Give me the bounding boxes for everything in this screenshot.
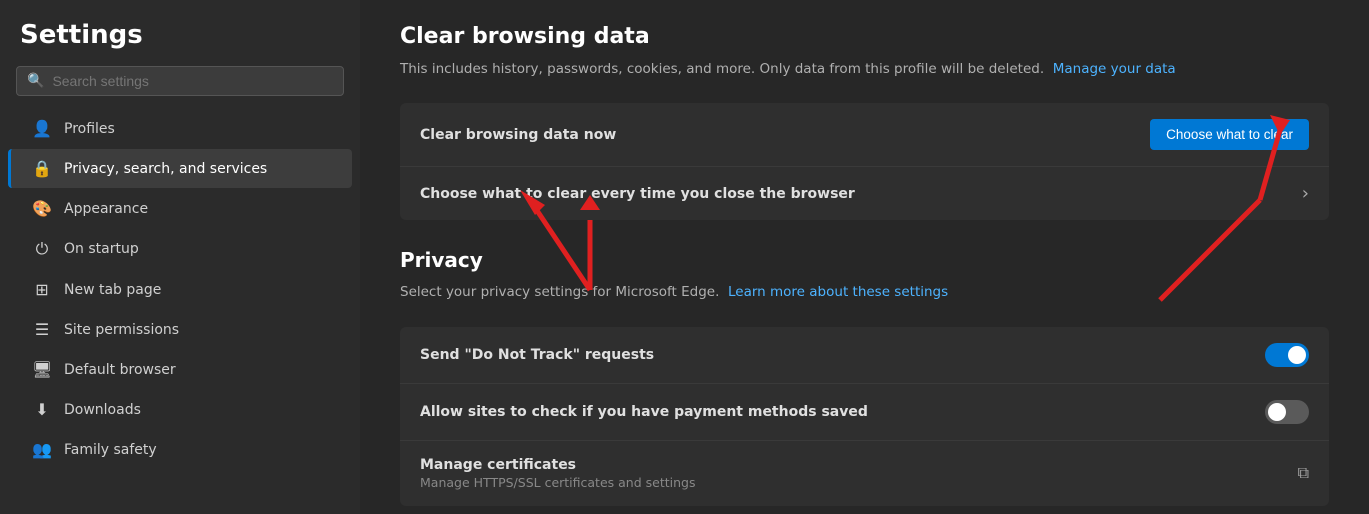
sidebar-item-newtab[interactable]: ⊞ New tab page <box>8 270 352 309</box>
privacy-title: Privacy <box>400 248 1329 272</box>
dnt-toggle-knob <box>1288 346 1306 364</box>
clear-every-time-label: Choose what to clear every time you clos… <box>420 186 855 202</box>
sidebar-item-familysafety[interactable]: 👥 Family safety <box>8 430 352 469</box>
sidebar-item-defaultbrowser[interactable]: 🖥 Default browser <box>8 350 352 389</box>
sitepermissions-icon: ☰ <box>32 320 52 339</box>
clear-browsing-desc: This includes history, passwords, cookie… <box>400 59 1329 79</box>
certs-sublabel: Manage HTTPS/SSL certificates and settin… <box>420 475 695 490</box>
newtab-icon: ⊞ <box>32 280 52 299</box>
sidebar-item-label-privacy: Privacy, search, and services <box>64 161 267 177</box>
certs-row[interactable]: Manage certificates Manage HTTPS/SSL cer… <box>400 441 1329 506</box>
privacy-icon: 🔒 <box>32 159 52 178</box>
sidebar-item-label-profiles: Profiles <box>64 121 115 137</box>
dnt-label: Send "Do Not Track" requests <box>420 347 654 363</box>
downloads-icon: ⬇ <box>32 400 52 419</box>
payment-toggle[interactable] <box>1265 400 1309 424</box>
startup-icon: ⏻ <box>32 239 52 259</box>
dnt-toggle[interactable] <box>1265 343 1309 367</box>
payment-toggle-knob <box>1268 403 1286 421</box>
sidebar: Settings 🔍 👤 Profiles 🔒 Privacy, search, an… <box>0 0 360 514</box>
familysafety-icon: 👥 <box>32 440 52 459</box>
profiles-icon: 👤 <box>32 119 52 138</box>
sidebar-item-profiles[interactable]: 👤 Profiles <box>8 109 352 148</box>
clear-now-label: Clear browsing data now <box>420 127 616 143</box>
search-icon: 🔍 <box>27 73 44 89</box>
payment-label: Allow sites to check if you have payment… <box>420 404 868 420</box>
sidebar-item-downloads[interactable]: ⬇ Downloads <box>8 390 352 429</box>
sidebar-item-appearance[interactable]: 🎨 Appearance <box>8 189 352 228</box>
search-input[interactable] <box>52 73 333 89</box>
clear-now-row: Clear browsing data now Choose what to c… <box>400 103 1329 167</box>
choose-what-to-clear-button[interactable]: Choose what to clear <box>1150 119 1309 150</box>
chevron-right-icon: › <box>1302 183 1309 204</box>
defaultbrowser-icon: 🖥 <box>32 360 52 379</box>
clear-browsing-title: Clear browsing data <box>400 24 1329 49</box>
sidebar-item-label-defaultbrowser: Default browser <box>64 362 176 378</box>
search-box[interactable]: 🔍 <box>16 66 344 96</box>
sidebar-item-label-familysafety: Family safety <box>64 442 157 458</box>
sidebar-item-label-startup: On startup <box>64 241 139 257</box>
sidebar-item-label-appearance: Appearance <box>64 201 148 217</box>
main-wrapper: Clear browsing data This includes histor… <box>360 0 1369 514</box>
clear-browsing-card: Clear browsing data now Choose what to c… <box>400 103 1329 220</box>
sidebar-item-label-downloads: Downloads <box>64 402 141 418</box>
nav-list: 👤 Profiles 🔒 Privacy, search, and services 🎨… <box>0 108 360 470</box>
app-title: Settings <box>0 12 360 66</box>
clear-every-time-row[interactable]: Choose what to clear every time you clos… <box>400 167 1329 220</box>
privacy-desc: Select your privacy settings for Microso… <box>400 282 1329 302</box>
sidebar-item-label-sitepermissions: Site permissions <box>64 322 179 338</box>
sidebar-item-privacy[interactable]: 🔒 Privacy, search, and services <box>8 149 352 188</box>
appearance-icon: 🎨 <box>32 199 52 218</box>
sidebar-item-label-newtab: New tab page <box>64 282 161 298</box>
dnt-row: Send "Do Not Track" requests <box>400 327 1329 384</box>
main-content: Clear browsing data This includes histor… <box>360 0 1369 514</box>
sidebar-item-startup[interactable]: ⏻ On startup <box>8 229 352 269</box>
payment-row: Allow sites to check if you have payment… <box>400 384 1329 441</box>
certs-label: Manage certificates <box>420 457 695 473</box>
sidebar-item-sitepermissions[interactable]: ☰ Site permissions <box>8 310 352 349</box>
privacy-card: Send "Do Not Track" requests Allow sites… <box>400 327 1329 506</box>
certs-info: Manage certificates Manage HTTPS/SSL cer… <box>420 457 695 490</box>
learn-more-link[interactable]: Learn more about these settings <box>728 284 948 300</box>
manage-data-link[interactable]: Manage your data <box>1053 61 1176 77</box>
external-link-icon: ⧉ <box>1298 463 1309 483</box>
